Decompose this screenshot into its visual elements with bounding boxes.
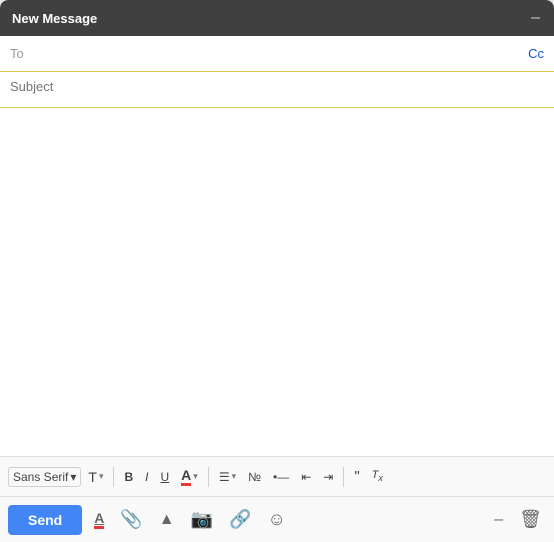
body-input[interactable]: [10, 116, 544, 448]
title-bar: New Message –: [0, 0, 554, 36]
remove-formatting-icon: Tx: [372, 469, 383, 483]
remove-formatting-button[interactable]: Tx: [367, 466, 388, 486]
subject-row: [0, 72, 554, 108]
font-family-arrow: ▾: [70, 470, 76, 484]
bullet-list-button[interactable]: •—: [268, 467, 294, 487]
underline-button[interactable]: U: [156, 467, 175, 487]
separator-3: [343, 467, 344, 487]
separator-2: [208, 467, 209, 487]
link-button[interactable]: 🔗: [225, 505, 255, 534]
formatting-toolbar: Sans Serif ▾ T▾ B I U A ▾ ☰ ▾ № •— ⇤ ⇥: [0, 456, 554, 496]
text-formatting-icon: A: [94, 510, 104, 529]
photo-button[interactable]: 📷: [187, 505, 217, 534]
attach-button[interactable]: 📎: [116, 505, 146, 534]
trash-icon: 🗑: [519, 509, 542, 530]
delete-draft-button[interactable]: 🗑: [515, 505, 546, 534]
numbered-list-icon: №: [248, 470, 261, 484]
to-label: To: [10, 46, 30, 61]
photo-icon: 📷: [191, 509, 213, 530]
blockquote-icon: ": [354, 468, 359, 485]
to-row: To Cc: [0, 36, 554, 72]
minimize-button[interactable]: –: [529, 10, 542, 26]
indent-increase-icon: ⇥: [323, 470, 333, 484]
send-button[interactable]: Send: [8, 505, 82, 535]
align-arrow: ▾: [232, 471, 237, 482]
bullet-list-icon: •—: [273, 470, 289, 484]
compose-title: New Message: [12, 11, 97, 26]
font-size-arrow: ▾: [99, 471, 104, 482]
title-bar-controls: –: [529, 10, 542, 26]
align-icon: ☰: [219, 470, 230, 484]
blockquote-button[interactable]: ": [349, 465, 364, 488]
align-button[interactable]: ☰ ▾: [214, 467, 241, 487]
compose-window: New Message – To Cc Sans Serif ▾ T▾ B I …: [0, 0, 554, 542]
indent-decrease-button[interactable]: ⇤: [296, 467, 316, 487]
text-color-arrow: ▾: [193, 471, 198, 482]
emoji-button[interactable]: ☺: [263, 505, 289, 534]
cc-button[interactable]: Cc: [528, 46, 544, 61]
text-formatting-toggle[interactable]: A: [90, 506, 108, 533]
italic-button[interactable]: I: [140, 467, 153, 487]
text-color-button[interactable]: A ▾: [176, 465, 203, 489]
font-size-button[interactable]: T▾: [83, 466, 108, 488]
attach-icon: 📎: [120, 509, 142, 530]
link-icon: 🔗: [229, 509, 251, 530]
bottom-toolbar: Send A 📎 ▲ 📷 🔗 ☺ – 🗑: [0, 496, 554, 542]
font-family-label: Sans Serif: [13, 470, 68, 484]
subject-input[interactable]: [10, 79, 544, 94]
separator-1: [113, 467, 114, 487]
minimize-compose-button[interactable]: –: [490, 507, 507, 533]
emoji-icon: ☺: [267, 509, 285, 530]
bold-button[interactable]: B: [119, 467, 138, 487]
indent-decrease-icon: ⇤: [301, 470, 311, 484]
drive-button[interactable]: ▲: [155, 507, 179, 533]
to-input[interactable]: [30, 46, 528, 61]
body-area: [0, 108, 554, 456]
font-family-select[interactable]: Sans Serif ▾: [8, 467, 81, 487]
indent-increase-button[interactable]: ⇥: [318, 467, 338, 487]
minimize-icon: –: [494, 511, 503, 529]
numbered-list-button[interactable]: №: [243, 467, 266, 487]
text-color-label: A: [181, 468, 191, 486]
drive-icon: ▲: [159, 511, 175, 529]
